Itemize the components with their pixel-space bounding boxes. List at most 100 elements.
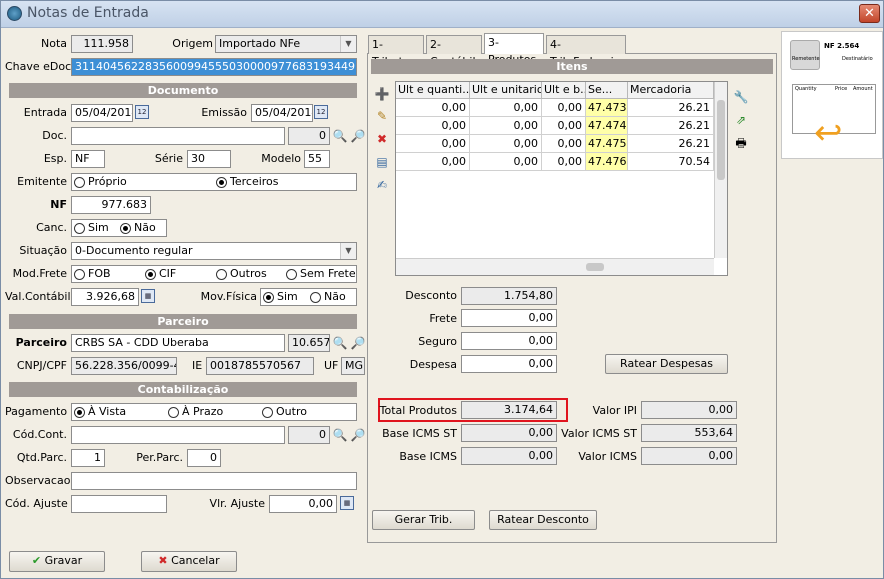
calendar-icon[interactable]: 12 (135, 105, 149, 119)
delete-icon[interactable]: ✖ (373, 130, 391, 148)
frete-fob-radio[interactable] (74, 269, 85, 280)
entrada-date-field[interactable]: 05/04/2014 (71, 104, 133, 122)
grid-cell[interactable]: 0,00 (542, 153, 586, 171)
emitente-terceiros-label: Terceiros (230, 175, 279, 188)
emitente-terceiros-radio[interactable] (216, 177, 227, 188)
gerar-trib-button[interactable]: Gerar Trib. (372, 510, 475, 530)
cancelar-button[interactable]: ✖ Cancelar (141, 551, 237, 572)
lookup-icon[interactable]: 🔎 (349, 334, 367, 352)
column-header[interactable]: Ult e b... (542, 82, 586, 99)
parceiro-field[interactable]: CRBS SA - CDD Uberaba (71, 334, 285, 352)
grid-cell[interactable]: 0,00 (396, 153, 470, 171)
grid-cell[interactable]: 0,00 (470, 99, 542, 117)
window-title: Notas de Entrada (27, 5, 149, 21)
print-icon[interactable]: 🖶 (732, 134, 750, 152)
grid-cell[interactable]: 0,00 (470, 117, 542, 135)
grid-cell[interactable]: 0,00 (542, 117, 586, 135)
seguro-field[interactable]: 0,00 (461, 332, 557, 350)
observacao-field[interactable] (71, 472, 357, 490)
horizontal-scrollbar[interactable] (396, 258, 714, 275)
gravar-button[interactable]: ✔ Gravar (9, 551, 105, 572)
origem-select[interactable]: Importado NFe ▼ (215, 35, 357, 53)
search-icon[interactable]: 🔍 (331, 127, 349, 145)
scroll-thumb[interactable] (586, 263, 604, 271)
canc-nao-radio[interactable] (120, 223, 131, 234)
grid-cell[interactable]: 26.21 (628, 99, 714, 117)
tools-icon[interactable]: 🔧 (732, 88, 750, 106)
esp-field[interactable]: NF (71, 150, 105, 168)
calendar-icon[interactable]: 12 (314, 105, 328, 119)
grid-cell[interactable]: 0,00 (396, 99, 470, 117)
lookup-icon[interactable]: 🔎 (349, 426, 367, 444)
vertical-scrollbar[interactable] (714, 82, 727, 258)
grid-cell[interactable]: 70.54 (628, 153, 714, 171)
ratear-desconto-button[interactable]: Ratear Desconto (489, 510, 597, 530)
canc-sim-radio[interactable] (74, 223, 85, 234)
perparc-field[interactable]: 0 (187, 449, 221, 467)
codajuste-field[interactable] (71, 495, 167, 513)
valcontabil-field[interactable]: 3.926,68 (71, 288, 139, 306)
emitente-proprio-radio[interactable] (74, 177, 85, 188)
modelo-field[interactable]: 55 (304, 150, 330, 168)
emissao-date-field[interactable]: 05/04/2014 (251, 104, 313, 122)
add-icon[interactable]: ➕ (373, 85, 391, 103)
form-icon[interactable]: ▤ (373, 153, 391, 171)
column-header[interactable]: Ult e quanti... (396, 82, 470, 99)
check-icon: ✔ (31, 554, 42, 567)
pag-prazo-radio[interactable] (168, 407, 179, 418)
search-icon[interactable]: 🔍 (331, 334, 349, 352)
pag-vista-radio[interactable] (74, 407, 85, 418)
lookup-icon[interactable]: 🔎 (349, 127, 367, 145)
calculator-icon[interactable]: ▦ (141, 289, 155, 303)
grid-cell[interactable]: 47.473 (586, 99, 628, 117)
itens-grid[interactable]: Ult e quanti... Ult e unitario Ult e b..… (395, 81, 728, 276)
mov-nao-radio[interactable] (310, 292, 321, 303)
column-header[interactable]: Se... (586, 82, 628, 99)
frete-semfrete-radio[interactable] (286, 269, 297, 280)
serie-label: Série (154, 152, 183, 165)
despesa-field[interactable]: 0,00 (461, 355, 557, 373)
calculator-icon[interactable]: ▦ (340, 496, 354, 510)
grid-cell[interactable]: 0,00 (470, 135, 542, 153)
qtdparc-field[interactable]: 1 (71, 449, 105, 467)
close-button[interactable]: ✕ (859, 4, 880, 23)
export-icon[interactable]: ⇗ (732, 111, 750, 129)
search-icon[interactable]: 🔍 (331, 426, 349, 444)
codcont-field[interactable] (71, 426, 285, 444)
grid-cell[interactable]: 0,00 (470, 153, 542, 171)
vlrajuste-field[interactable]: 0,00 (269, 495, 337, 513)
grid-cell[interactable]: 26.21 (628, 117, 714, 135)
grid-cell[interactable]: 0,00 (396, 135, 470, 153)
doc-field[interactable] (71, 127, 285, 145)
pag-outro-radio[interactable] (262, 407, 273, 418)
grid-cell[interactable]: 0,00 (396, 117, 470, 135)
grid-cell[interactable]: 47.475 (586, 135, 628, 153)
grid-cell[interactable]: 0,00 (542, 99, 586, 117)
ratear-despesas-button[interactable]: Ratear Despesas (605, 354, 728, 374)
grid-cell[interactable]: 47.476 (586, 153, 628, 171)
tab-trib-federais[interactable]: 4-Trib.Federais (546, 35, 626, 68)
tab-produtos[interactable]: 3-Produtos (484, 33, 544, 66)
column-header[interactable]: Ult e unitario (470, 82, 542, 99)
serie-field[interactable]: 30 (187, 150, 231, 168)
column-header[interactable]: Mercadoria (628, 82, 714, 99)
frete-outros-radio[interactable] (216, 269, 227, 280)
frete-field[interactable]: 0,00 (461, 309, 557, 327)
chave-edoc-field[interactable]: 3114045622835600994555030000977683193449… (71, 58, 357, 76)
valoricms-field: 0,00 (641, 447, 737, 465)
situacao-select[interactable]: 0-Documento regular ▼ (71, 242, 357, 260)
tab-contabil[interactable]: 2-Contábil (426, 35, 482, 68)
nf-illustration: NF 2.564 Remetente Destinatário Quantity… (781, 31, 883, 159)
grid-cell[interactable]: 47.474 (586, 117, 628, 135)
tab-tributos[interactable]: 1-Tributos (368, 35, 424, 68)
mov-nao-label: Não (324, 290, 346, 303)
frete-cif-radio[interactable] (145, 269, 156, 280)
mov-sim-radio[interactable] (263, 292, 274, 303)
nf-field[interactable]: 977.683 (71, 196, 151, 214)
edit-icon[interactable]: ✎ (373, 107, 391, 125)
grid-cell[interactable]: 0,00 (542, 135, 586, 153)
origem-label: Origem (172, 37, 213, 50)
grid-cell[interactable]: 26.21 (628, 135, 714, 153)
edit-form-icon[interactable]: ✍ (373, 176, 391, 194)
scroll-thumb[interactable] (717, 100, 725, 180)
